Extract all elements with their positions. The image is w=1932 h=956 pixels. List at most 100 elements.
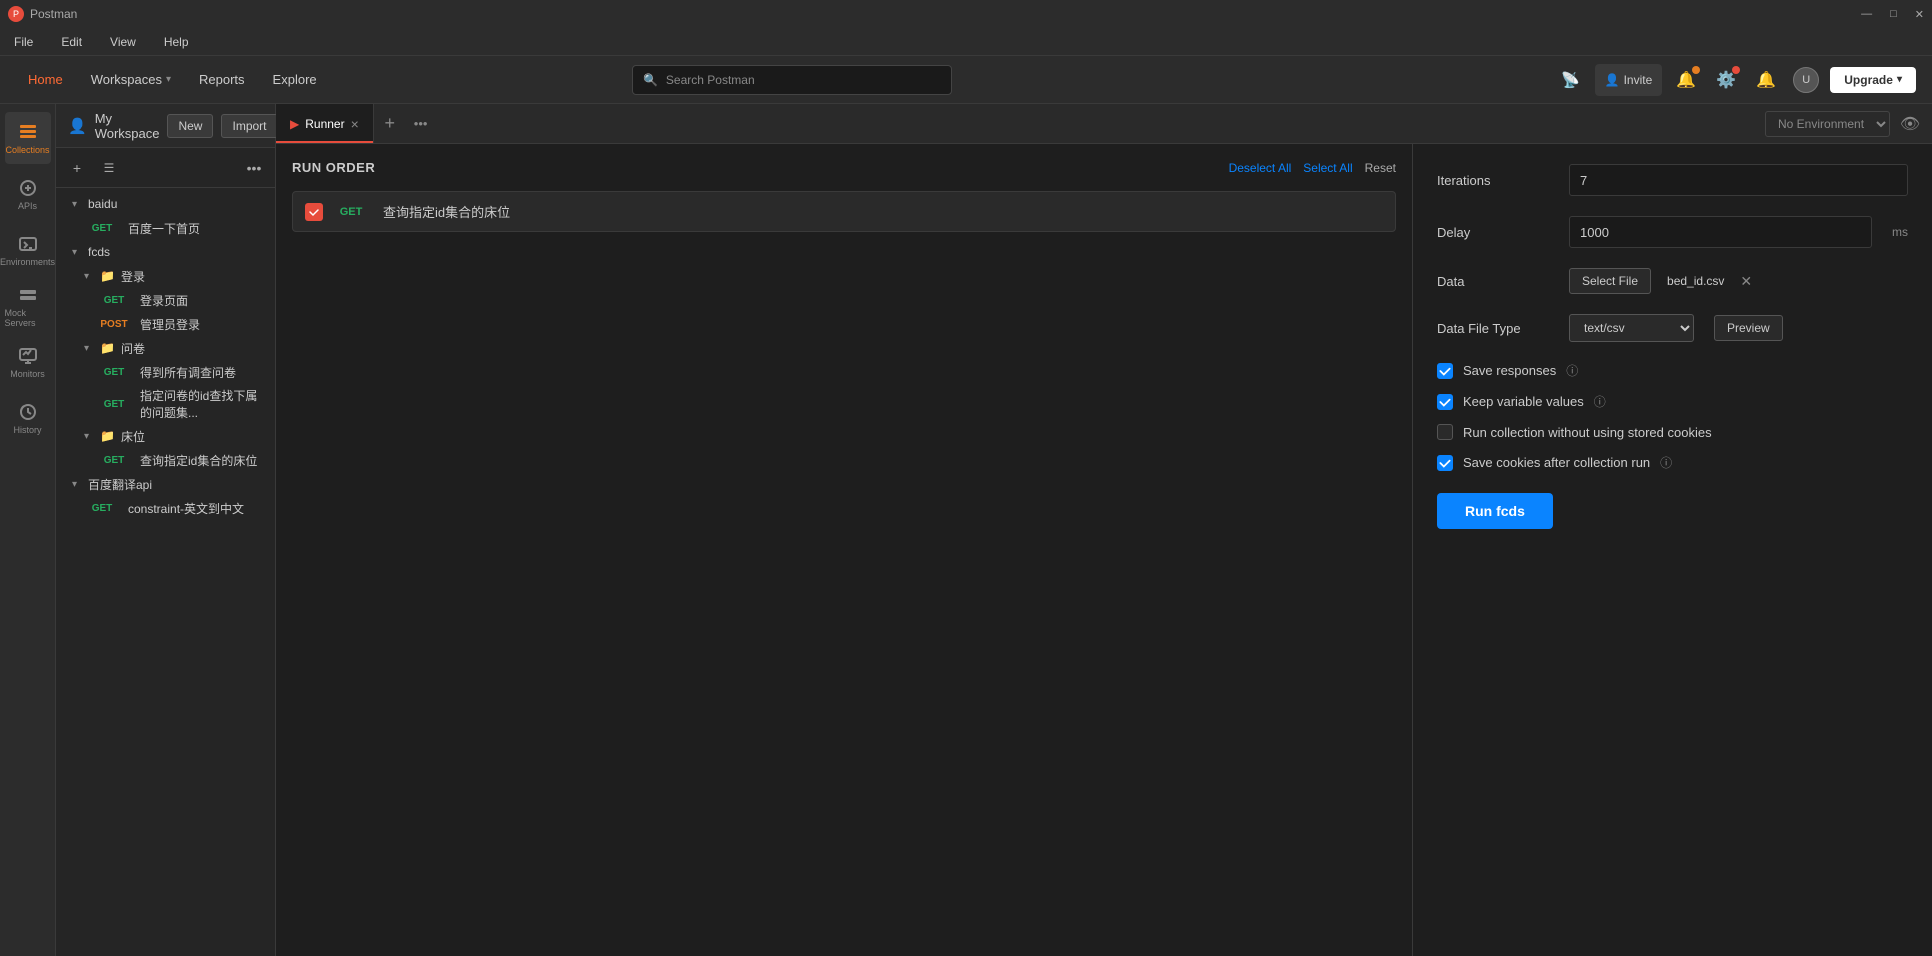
sidebar-item-monitors[interactable]: Monitors	[5, 336, 51, 388]
keep-variable-checkbox[interactable]	[1437, 394, 1453, 410]
topnav: Home Workspaces ▾ Reports Explore 🔍 Sear…	[0, 56, 1932, 104]
runner-panel: RUN ORDER Deselect All Select All Reset …	[276, 144, 1932, 956]
folder-chuwei-icon: 📁	[100, 429, 115, 443]
collection-label: baidu	[88, 197, 117, 211]
satellite-icon-btn[interactable]: 📡	[1555, 64, 1587, 96]
folder-wenjuan[interactable]: ▾ 📁 问卷	[56, 336, 275, 360]
sidebar-item-mock-servers[interactable]: Mock Servers	[5, 280, 51, 332]
request-checkbox[interactable]	[305, 203, 323, 221]
add-collection-btn[interactable]: +	[64, 155, 90, 181]
nav-home[interactable]: Home	[16, 66, 75, 93]
new-button[interactable]: New	[167, 114, 213, 138]
data-file-type-select[interactable]: text/csv application/json	[1569, 314, 1694, 342]
request-wenjuan-get2[interactable]: GET 指定问卷的id查找下属的问题集...	[56, 384, 275, 424]
import-button[interactable]: Import	[221, 114, 277, 138]
menu-file[interactable]: File	[8, 33, 39, 51]
folder-denglu[interactable]: ▾ 📁 登录	[56, 264, 275, 288]
runner-config-panel: Iterations Delay ms Data Select File bed…	[1412, 144, 1932, 956]
workspace-user-icon: 👤	[68, 117, 87, 135]
request-wenjuan-get1[interactable]: GET 得到所有调查问卷	[56, 360, 275, 384]
eye-icon-btn[interactable]: 👁	[1896, 110, 1924, 138]
menu-view[interactable]: View	[104, 33, 142, 51]
request-baidu-get[interactable]: GET 百度一下首页	[56, 216, 275, 240]
keep-variable-info-icon[interactable]: ⓘ	[1594, 393, 1606, 410]
no-cookies-checkbox[interactable]	[1437, 424, 1453, 440]
checkboxes-section: Save responses ⓘ Keep variable values ⓘ	[1437, 362, 1908, 471]
settings-btn[interactable]: ⚙️	[1710, 64, 1742, 96]
tab-runner[interactable]: ▶ Runner ×	[276, 104, 374, 143]
request-label: 查询指定id集合的床位	[383, 202, 510, 221]
sidebar-item-history[interactable]: History	[5, 392, 51, 444]
titlebar-left: P Postman	[8, 6, 77, 22]
request-trans-get[interactable]: GET constraint-英文到中文	[56, 496, 275, 520]
select-file-btn[interactable]: Select File	[1569, 268, 1651, 294]
nav-reports[interactable]: Reports	[187, 66, 257, 93]
env-select-dropdown[interactable]: No Environment	[1765, 111, 1890, 137]
tab-close-btn[interactable]: ×	[351, 116, 359, 132]
caret-baidu: ▾	[72, 199, 84, 210]
monitors-label: Monitors	[10, 369, 45, 379]
save-responses-label: Save responses	[1463, 363, 1556, 378]
collection-fcds[interactable]: ▾ fcds	[56, 240, 275, 264]
data-file-type-label: Data File Type	[1437, 321, 1557, 336]
sidebar-item-apis[interactable]: APIs	[5, 168, 51, 220]
alert-icon: 🔔	[1756, 70, 1776, 90]
collection-baidu-trans[interactable]: ▾ 百度翻译api	[56, 472, 275, 496]
sidebar-item-environments[interactable]: Environments	[5, 224, 51, 276]
environments-label: Environments	[0, 257, 55, 267]
preview-btn[interactable]: Preview	[1714, 315, 1783, 341]
menu-help[interactable]: Help	[158, 33, 195, 51]
save-cookies-info-icon[interactable]: ⓘ	[1660, 454, 1672, 471]
nav-explore[interactable]: Explore	[261, 66, 329, 93]
check-icon	[1438, 364, 1452, 378]
delay-suffix: ms	[1892, 225, 1908, 239]
search-box[interactable]: 🔍 Search Postman	[632, 65, 952, 95]
more-tabs-btn[interactable]: •••	[406, 116, 436, 131]
minimize-button[interactable]: —	[1861, 8, 1872, 21]
reset-btn[interactable]: Reset	[1365, 161, 1396, 175]
avatar-btn[interactable]: U	[1790, 64, 1822, 96]
chevron-down-icon: ▾	[1897, 74, 1902, 85]
request-chuwei-get[interactable]: GET 查询指定id集合的床位	[56, 448, 275, 472]
history-icon	[18, 402, 38, 422]
check-icon	[1438, 456, 1452, 470]
save-responses-info-icon[interactable]: ⓘ	[1566, 362, 1578, 379]
search-placeholder: Search Postman	[666, 73, 755, 87]
titlebar: P Postman — □ ✕	[0, 0, 1932, 28]
run-order-actions: Deselect All Select All Reset	[1229, 161, 1396, 175]
filter-btn[interactable]: ☰	[96, 155, 122, 181]
close-button[interactable]: ✕	[1915, 8, 1924, 21]
delay-label: Delay	[1437, 225, 1557, 240]
run-fcds-button[interactable]: Run fcds	[1437, 493, 1553, 529]
nav-workspaces[interactable]: Workspaces ▾	[79, 66, 183, 93]
sidebar-item-collections[interactable]: Collections	[5, 112, 51, 164]
save-cookies-checkbox[interactable]	[1437, 455, 1453, 471]
deselect-all-btn[interactable]: Deselect All	[1229, 161, 1292, 175]
notifications-btn[interactable]: 🔔	[1670, 64, 1702, 96]
alerts-btn[interactable]: 🔔	[1750, 64, 1782, 96]
apis-icon	[18, 178, 38, 198]
collections-panel: 👤 My Workspace New Import + ☰ ••• ▾ baid…	[56, 104, 276, 956]
folder-chuwei[interactable]: ▾ 📁 床位	[56, 424, 275, 448]
invite-icon: 👤	[1605, 73, 1620, 87]
workspace-header: 👤 My Workspace New Import	[56, 104, 275, 148]
select-all-btn[interactable]: Select All	[1303, 161, 1352, 175]
collection-baidu[interactable]: ▾ baidu	[56, 192, 275, 216]
invite-btn[interactable]: 👤 Invite	[1595, 64, 1663, 96]
icon-sidebar: Collections APIs Environments Mock Ser	[0, 104, 56, 956]
runner-request-item: GET 查询指定id集合的床位	[292, 191, 1396, 232]
more-options-btn[interactable]: •••	[241, 155, 267, 181]
delay-input[interactable]	[1569, 216, 1872, 248]
file-clear-btn[interactable]: ✕	[1740, 273, 1752, 290]
collections-label: Collections	[5, 145, 49, 155]
request-denglu-get[interactable]: GET 登录页面	[56, 288, 275, 312]
iterations-input[interactable]	[1569, 164, 1908, 196]
save-responses-checkbox[interactable]	[1437, 363, 1453, 379]
window-controls[interactable]: — □ ✕	[1861, 8, 1924, 21]
menu-edit[interactable]: Edit	[55, 33, 88, 51]
upgrade-button[interactable]: Upgrade ▾	[1830, 67, 1916, 93]
new-tab-btn[interactable]: +	[374, 108, 406, 140]
check-icon	[308, 206, 320, 218]
request-denglu-post[interactable]: POST 管理员登录	[56, 312, 275, 336]
maximize-button[interactable]: □	[1890, 8, 1897, 21]
